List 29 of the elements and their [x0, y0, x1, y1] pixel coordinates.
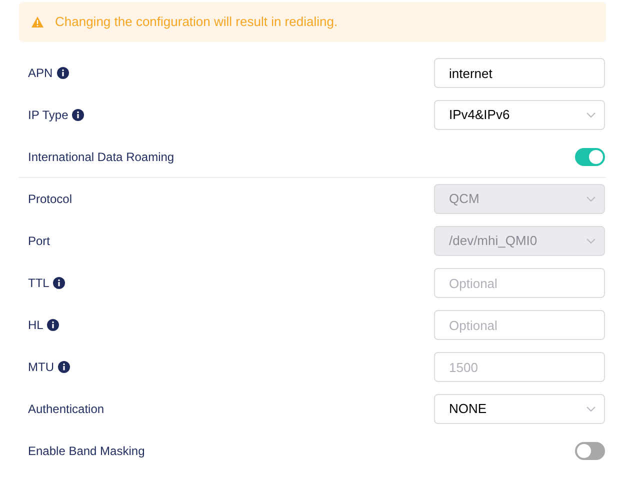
toggle-switch[interactable] — [575, 442, 605, 460]
caret-icon — [586, 112, 596, 118]
info-icon — [47, 319, 60, 331]
select-field[interactable]: NONE — [434, 394, 605, 424]
info-icon — [53, 277, 66, 289]
text-field[interactable]: Optional — [434, 268, 605, 298]
info-icon — [56, 67, 69, 79]
field-label: HL — [28, 317, 44, 334]
field-label: Authentication — [28, 401, 104, 418]
warning-text: Changing the configuration will result in redialing. — [55, 13, 338, 32]
field-label: IP Type — [28, 107, 68, 124]
field-label: International Data Roaming — [28, 148, 174, 166]
info-icon — [72, 109, 84, 121]
field-label: Enable Band Masking — [28, 443, 145, 460]
text-field[interactable]: internet — [434, 58, 605, 88]
field-label: Port — [28, 233, 50, 250]
info-icon — [58, 361, 70, 373]
select-field[interactable]: IPv4&IPv6 — [434, 100, 605, 130]
toggle-switch[interactable] — [575, 148, 605, 166]
caret-icon — [586, 196, 596, 202]
caret-icon — [586, 238, 596, 244]
text-field[interactable]: Optional — [434, 310, 605, 340]
field-label: MTU — [28, 359, 54, 376]
warning-icon — [31, 16, 44, 28]
caret-icon — [586, 406, 596, 412]
field-label: APN — [28, 65, 53, 82]
field-label: Protocol — [28, 191, 72, 208]
field-label: TTL — [28, 275, 50, 292]
text-field[interactable]: 1500 — [434, 352, 605, 382]
